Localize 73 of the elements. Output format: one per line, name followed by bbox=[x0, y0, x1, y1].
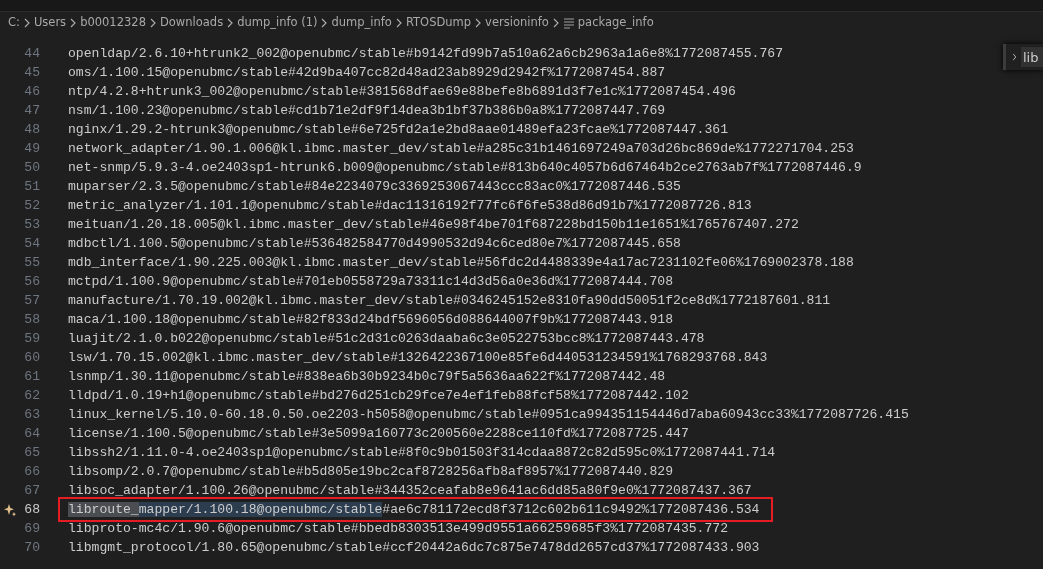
line-number: 52 bbox=[23, 196, 40, 215]
chevron-icon bbox=[394, 18, 403, 28]
code-line: libsoc_adapter/1.100.26@openubmc/stable#344352ceafab8e9641ac6dd85a80f9e0%1772087437.367 bbox=[68, 482, 752, 499]
search-field[interactable]: lib bbox=[1021, 47, 1043, 67]
line-number: 57 bbox=[23, 291, 40, 310]
code-line: nginx/1.29.2-htrunk3@openubmc/stable#6e725fd2a1e2bd8aae01489efa23fcae%1772087447.361 bbox=[68, 121, 729, 138]
line-number: 59 bbox=[23, 329, 40, 348]
line-number: 68 bbox=[23, 500, 40, 519]
code-line: libssh2/1.11.0-4.oe2403sp1@openubmc/stable#8f0c9b01503f314cdaa8872c82d595c0%1772087441.714 bbox=[68, 444, 776, 461]
code-line: lldpd/1.0.19+h1@openubmc/stable#bd276d251cb29fce7e4ef1feb88fcf58%1772087442.102 bbox=[68, 387, 689, 404]
line-number: 45 bbox=[23, 63, 40, 82]
code-line: nsm/1.100.23@openubmc/stable#cd1b71e2df9f14dea3b1bf37b386b0a8%1772087447.769 bbox=[68, 102, 666, 119]
chevron-icon bbox=[22, 18, 31, 28]
code-line: metric_analyzer/1.101.1@openubmc/stable#dac11316192f77fc6f6fe538d86d91b7%1772087726.813 bbox=[68, 197, 752, 214]
code-line: muparser/2.3.5@openubmc/stable#84e2234079c3369253067443ccc83ac0%1772087446.535 bbox=[68, 178, 681, 195]
code-line: mdbctl/1.100.5@openubmc/stable#536482584770d4990532d94c6ced80e7%1772087445.658 bbox=[68, 235, 681, 252]
chevron-icon bbox=[226, 18, 235, 28]
code-line: mdb_interface/1.90.225.003@kl.ibmc.master_dev/stable#56fdc2d4488339e4a17ac7231102fe06%1769002378.188 bbox=[68, 254, 854, 271]
breadcrumb-item[interactable]: C: bbox=[8, 14, 20, 32]
chevron-icon bbox=[148, 18, 157, 28]
chevron-icon bbox=[551, 18, 560, 28]
code-line: libroute_mapper/1.100.18@openubmc/stable#ae6c781172ecd8f3712c602b611c9492%1772087436.534 bbox=[68, 501, 760, 518]
line-number: 58 bbox=[23, 310, 40, 329]
line-number: 46 bbox=[23, 82, 40, 101]
line-number: 50 bbox=[23, 158, 40, 177]
lines-icon bbox=[562, 17, 575, 29]
code-line: libproto-mc4c/1.90.6@openubmc/stable#bbedb8303513e499d9551a66259685f3%1772087435.772 bbox=[68, 520, 729, 537]
code-line: lsnmp/1.30.11@openubmc/stable#838ea6b30b9234b0c79f5a5636aa622f%1772087442.48 bbox=[68, 368, 666, 385]
code-line: linux_kernel/5.10.0-60.18.0.50.oe2203-h5058@openubmc/stable#0951ca994351154446d7aba60943cc33%1772087726.415 bbox=[68, 406, 909, 423]
line-number: 65 bbox=[23, 443, 40, 462]
breadcrumb-item[interactable]: dump_info (1) bbox=[237, 14, 318, 32]
line-number: 47 bbox=[23, 101, 40, 120]
code-line: license/1.100.5@openubmc/stable#3e5099a160773c200560e2288ce110fd%1772087725.447 bbox=[68, 425, 689, 442]
breadcrumb-item[interactable]: dump_info bbox=[331, 14, 392, 32]
line-number: 55 bbox=[23, 253, 40, 272]
breadcrumb-item[interactable]: RTOSDump bbox=[405, 14, 472, 32]
line-number: 63 bbox=[23, 405, 40, 424]
code-line: manufacture/1.70.19.002@kl.ibmc.master_dev/stable#0346245152e8310fa90dd50051f2ce8d%1772187601.811 bbox=[68, 292, 831, 309]
chevron-icon bbox=[474, 18, 483, 28]
breadcrumb-item[interactable]: Users bbox=[33, 14, 67, 32]
code-line: luajit/2.1.0.b022@openubmc/stable#51c2d31c0263daaba6c3e0522753bcc8%1772087443.478 bbox=[68, 330, 705, 347]
line-number: 70 bbox=[23, 538, 40, 557]
code-line: meituan/1.20.18.005@kl.ibmc.master_dev/stable#46e98f4be701f687228bd150b11e1651%1765767407.272 bbox=[68, 216, 799, 233]
breadcrumb-item[interactable]: b00012328 bbox=[80, 14, 146, 32]
line-number: 51 bbox=[23, 177, 40, 196]
line-number: 56 bbox=[23, 272, 40, 291]
breadcrumb-item[interactable]: package_info bbox=[577, 14, 654, 32]
line-number: 61 bbox=[23, 367, 40, 386]
line-number: 49 bbox=[23, 139, 40, 158]
line-number: 67 bbox=[23, 481, 40, 500]
code-line: libmgmt_protocol/1.80.65@openubmc/stable#ccf20442a6dc7c875e7478dd2657cd37%1772087433.903 bbox=[68, 539, 760, 556]
line-number: 62 bbox=[23, 386, 40, 405]
code-line: maca/1.100.18@openubmc/stable#82f833d24bdf5696056d088644007f9b%1772087443.918 bbox=[68, 311, 674, 328]
line-number: 64 bbox=[23, 424, 40, 443]
line-number: 53 bbox=[23, 215, 40, 234]
line-number: 54 bbox=[23, 234, 40, 253]
code-line: ntp/4.2.8+htrunk3_002@openubmc/stable#381568dfae69e88befe8b6891d3f7e1c%1772087454.496 bbox=[68, 83, 736, 100]
chevron-icon bbox=[69, 18, 78, 28]
code-line: oms/1.100.15@openubmc/stable#42d9ba407cc82d48ad23ab8929d2942f%1772087454.887 bbox=[68, 64, 666, 81]
code-line: net-snmp/5.9.3-4.oe2403sp1-htrunk6.b009@openubmc/stable#813b640c4057b6d67464b2ce2763ab7f%1772087446.9 bbox=[68, 159, 862, 176]
line-number: 66 bbox=[23, 462, 40, 481]
breadcrumb-item[interactable]: versioninfo bbox=[485, 14, 549, 32]
line-number: 44 bbox=[23, 44, 40, 63]
chevron-icon bbox=[320, 18, 329, 28]
code-line: libsomp/2.0.7@openubmc/stable#b5d805e19bc2caf8728256afb8af8957%1772087440.829 bbox=[68, 463, 674, 480]
breadcrumb-item[interactable]: Downloads bbox=[159, 14, 224, 32]
code-line: openldap/2.6.10+htrunk2_002@openubmc/stable#b9142fd99b7a510a62a6cb2963a1a6e8%1772087455.767 bbox=[68, 45, 784, 62]
code-line: mctpd/1.100.9@openubmc/stable#701eb0558729a73311c14d3d56a0e36d%1772087444.708 bbox=[68, 273, 674, 290]
code-line: lsw/1.70.15.002@kl.ibmc.master_dev/stable#1326422367100e85fe6d440531234591%1768293768.843 bbox=[68, 349, 768, 366]
code-line: network_adapter/1.90.1.006@kl.ibmc.master_dev/stable#a285c31b1461697249a703d26bc869de%1772271704.253 bbox=[68, 140, 854, 157]
line-number: 69 bbox=[23, 519, 40, 538]
line-number: 48 bbox=[23, 120, 40, 139]
line-number: 60 bbox=[23, 348, 40, 367]
